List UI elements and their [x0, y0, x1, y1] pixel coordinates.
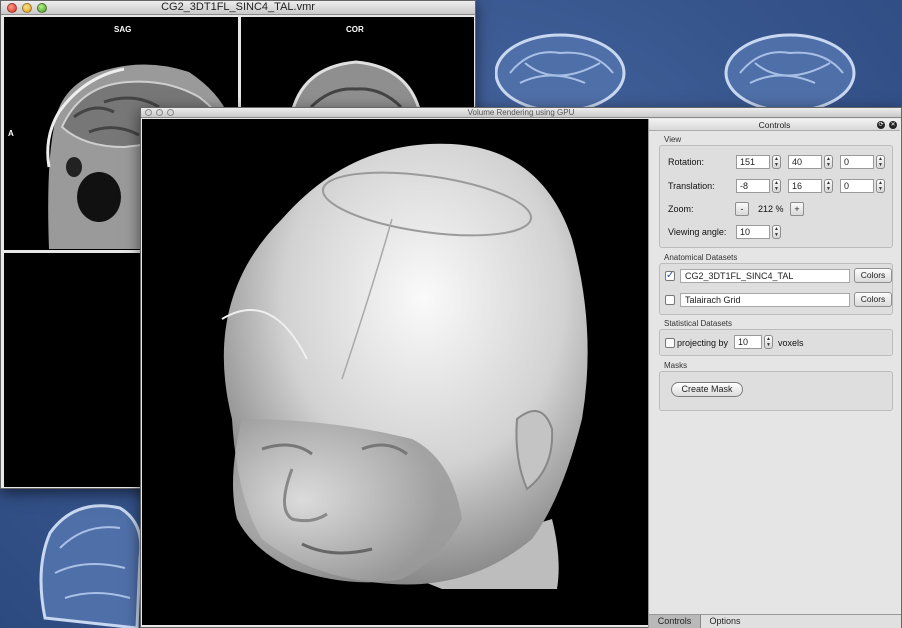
panel-tabs: Controls Options [649, 614, 901, 628]
controls-titlebar: Controls ⟳ ✕ [649, 119, 900, 131]
zoom-icon[interactable] [167, 109, 174, 116]
zoom-label: Zoom: [668, 204, 694, 214]
detach-icon[interactable]: ⟳ [877, 121, 885, 129]
rotation-label: Rotation: [668, 157, 705, 167]
statistical-section-title: Statistical Datasets [664, 319, 733, 328]
dataset-checkbox-2[interactable] [665, 295, 675, 305]
rotation-x-field[interactable]: 151 [736, 155, 770, 169]
dataset-name-2[interactable]: Talairach Grid [680, 293, 850, 307]
controls-panel: Controls ⟳ ✕ View Rotation: 151 ▲ ▼ 40 ▲ ▼… [648, 119, 901, 628]
masks-section-title: Masks [664, 361, 688, 370]
projecting-label: projecting by [677, 338, 729, 348]
translation-y-field[interactable]: 16 [788, 179, 822, 193]
slice-viewer-title: CG2_3DT1FL_SINC4_TAL.vmr [161, 1, 315, 13]
controls-title: Controls [758, 120, 791, 130]
rotation-y-stepper[interactable]: ▲ ▼ [824, 155, 833, 169]
volume-render-title: Volume Rendering using GPU [467, 108, 575, 117]
anatomical-group: ✓ CG2_3DT1FL_SINC4_TAL Colors Talairach … [659, 263, 893, 315]
translation-label: Translation: [668, 181, 715, 191]
rotation-x-stepper[interactable]: ▲ ▼ [772, 155, 781, 169]
dataset-name-1[interactable]: CG2_3DT1FL_SINC4_TAL [680, 269, 850, 283]
tab-options[interactable]: Options [701, 615, 749, 628]
slice-viewer-titlebar[interactable]: CG2_3DT1FL_SINC4_TAL.vmr [1, 1, 475, 15]
view-section-title: View [664, 135, 682, 144]
zoom-icon[interactable] [37, 3, 47, 13]
translation-z-field[interactable]: 0 [840, 179, 874, 193]
dataset-checkbox-1[interactable]: ✓ [665, 271, 675, 281]
statistical-group: projecting by 10 ▲ ▼ voxels [659, 329, 893, 356]
dataset-colors-button-2[interactable]: Colors [854, 292, 892, 307]
create-mask-button[interactable]: Create Mask [671, 382, 743, 397]
zoom-in-button[interactable]: + [790, 202, 804, 216]
viewing-angle-field[interactable]: 10 [736, 225, 770, 239]
close-icon[interactable] [145, 109, 152, 116]
close-icon[interactable] [7, 3, 17, 13]
projecting-checkbox[interactable] [665, 338, 675, 348]
translation-z-stepper[interactable]: ▲ ▼ [876, 179, 885, 193]
volume-render-titlebar[interactable]: Volume Rendering using GPU [141, 108, 901, 118]
viewing-angle-stepper[interactable]: ▲ ▼ [772, 225, 781, 239]
rotation-z-stepper[interactable]: ▲ ▼ [876, 155, 885, 169]
desktop-brain-decoration-bottom [39, 504, 143, 628]
rotation-z-field[interactable]: 0 [840, 155, 874, 169]
zoom-value: 212 % [758, 204, 784, 214]
tab-controls[interactable]: Controls [649, 615, 701, 628]
rotation-y-field[interactable]: 40 [788, 155, 822, 169]
minimize-icon[interactable] [156, 109, 163, 116]
view-group: Rotation: 151 ▲ ▼ 40 ▲ ▼ 0 ▲ ▼ Translation:… [659, 145, 893, 248]
dataset-colors-button-1[interactable]: Colors [854, 268, 892, 283]
voxels-label: voxels [778, 338, 804, 348]
translation-x-stepper[interactable]: ▲ ▼ [772, 179, 781, 193]
rendered-head-image [221, 143, 588, 589]
projecting-field[interactable]: 10 [734, 335, 762, 349]
viewing-angle-label: Viewing angle: [668, 227, 727, 237]
close-panel-icon[interactable]: ✕ [889, 121, 897, 129]
anatomical-section-title: Anatomical Datasets [664, 253, 738, 262]
minimize-icon[interactable] [22, 3, 32, 13]
render-viewport[interactable] [142, 119, 648, 625]
projecting-stepper[interactable]: ▲ ▼ [764, 335, 773, 349]
translation-x-field[interactable]: -8 [736, 179, 770, 193]
translation-y-stepper[interactable]: ▲ ▼ [824, 179, 833, 193]
zoom-out-button[interactable]: - [735, 202, 749, 216]
